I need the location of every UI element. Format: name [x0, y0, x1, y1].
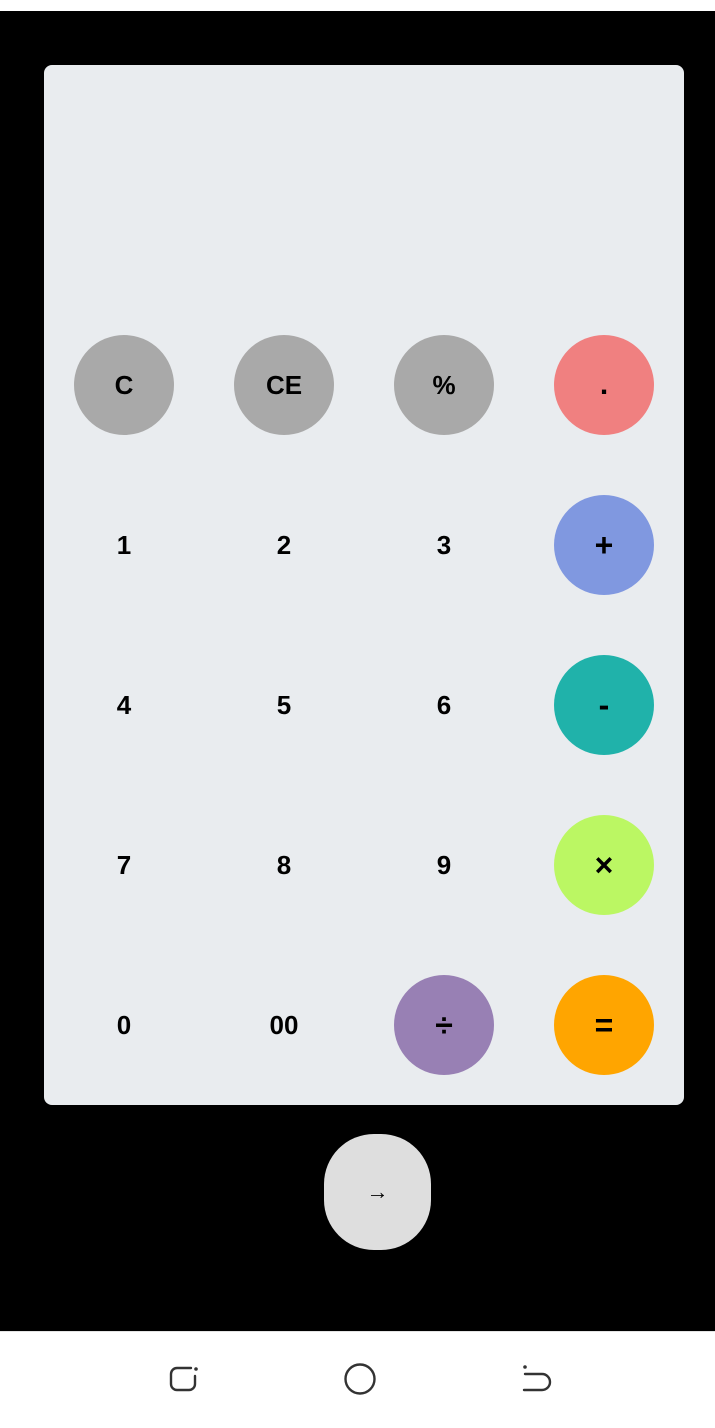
digit-9-button[interactable]: 9 — [394, 815, 494, 915]
digit-2-button[interactable]: 2 — [234, 495, 334, 595]
percent-button[interactable]: % — [394, 335, 494, 435]
back-icon[interactable] — [520, 1362, 554, 1396]
digit-4-label: 4 — [116, 690, 132, 720]
recent-apps-icon[interactable] — [167, 1362, 201, 1396]
subtract-label: - — [598, 687, 610, 723]
multiply-label: × — [594, 847, 614, 883]
percent-label: % — [432, 370, 456, 400]
digit-4-button[interactable]: 4 — [74, 655, 174, 755]
calculator-panel: C CE%. 1 2 3 +4 5 6-7 8 9 × 0 00 ÷ = — [44, 65, 684, 1105]
digit-8-button[interactable]: 8 — [234, 815, 334, 915]
double-zero-label: 00 — [269, 1010, 299, 1040]
digit-7-label: 7 — [116, 850, 132, 880]
decimal-button[interactable]: . — [554, 335, 654, 435]
digit-0-button[interactable]: 0 — [74, 975, 174, 1075]
decimal-label: . — [599, 368, 609, 401]
multiply-button[interactable]: × — [554, 815, 654, 915]
calculator-display — [44, 65, 684, 335]
next-arrow-button[interactable]: → — [324, 1134, 431, 1250]
clear-label: C — [114, 370, 134, 400]
top-strip — [0, 0, 715, 11]
equals-label: = — [594, 1007, 614, 1043]
digit-9-label: 9 — [436, 850, 452, 880]
digit-0-label: 0 — [116, 1010, 132, 1040]
add-button[interactable]: + — [554, 495, 654, 595]
digit-3-label: 3 — [436, 530, 452, 560]
double-zero-button[interactable]: 00 — [234, 975, 334, 1075]
digit-5-button[interactable]: 5 — [234, 655, 334, 755]
digit-7-button[interactable]: 7 — [74, 815, 174, 915]
digit-1-button[interactable]: 1 — [74, 495, 174, 595]
digit-6-label: 6 — [436, 690, 452, 720]
digit-3-button[interactable]: 3 — [394, 495, 494, 595]
app-screen: C CE%. 1 2 3 +4 5 6-7 8 9 × 0 00 ÷ = — [0, 11, 715, 1331]
home-icon[interactable] — [343, 1362, 377, 1396]
divide-button[interactable]: ÷ — [394, 975, 494, 1075]
digit-8-label: 8 — [276, 850, 292, 880]
clear-entry-button[interactable]: CE — [234, 335, 334, 435]
digit-1-label: 1 — [116, 530, 132, 560]
add-label: + — [594, 527, 614, 563]
divide-label: ÷ — [435, 1007, 453, 1043]
clear-entry-label: CE — [265, 370, 303, 400]
equals-button[interactable]: = — [554, 975, 654, 1075]
digit-6-button[interactable]: 6 — [394, 655, 494, 755]
clear-button[interactable]: C — [74, 335, 174, 435]
digit-5-label: 5 — [276, 690, 292, 720]
subtract-button[interactable]: - — [554, 655, 654, 755]
next-arrow-label: → — [366, 1179, 389, 1204]
digit-2-label: 2 — [276, 530, 292, 560]
